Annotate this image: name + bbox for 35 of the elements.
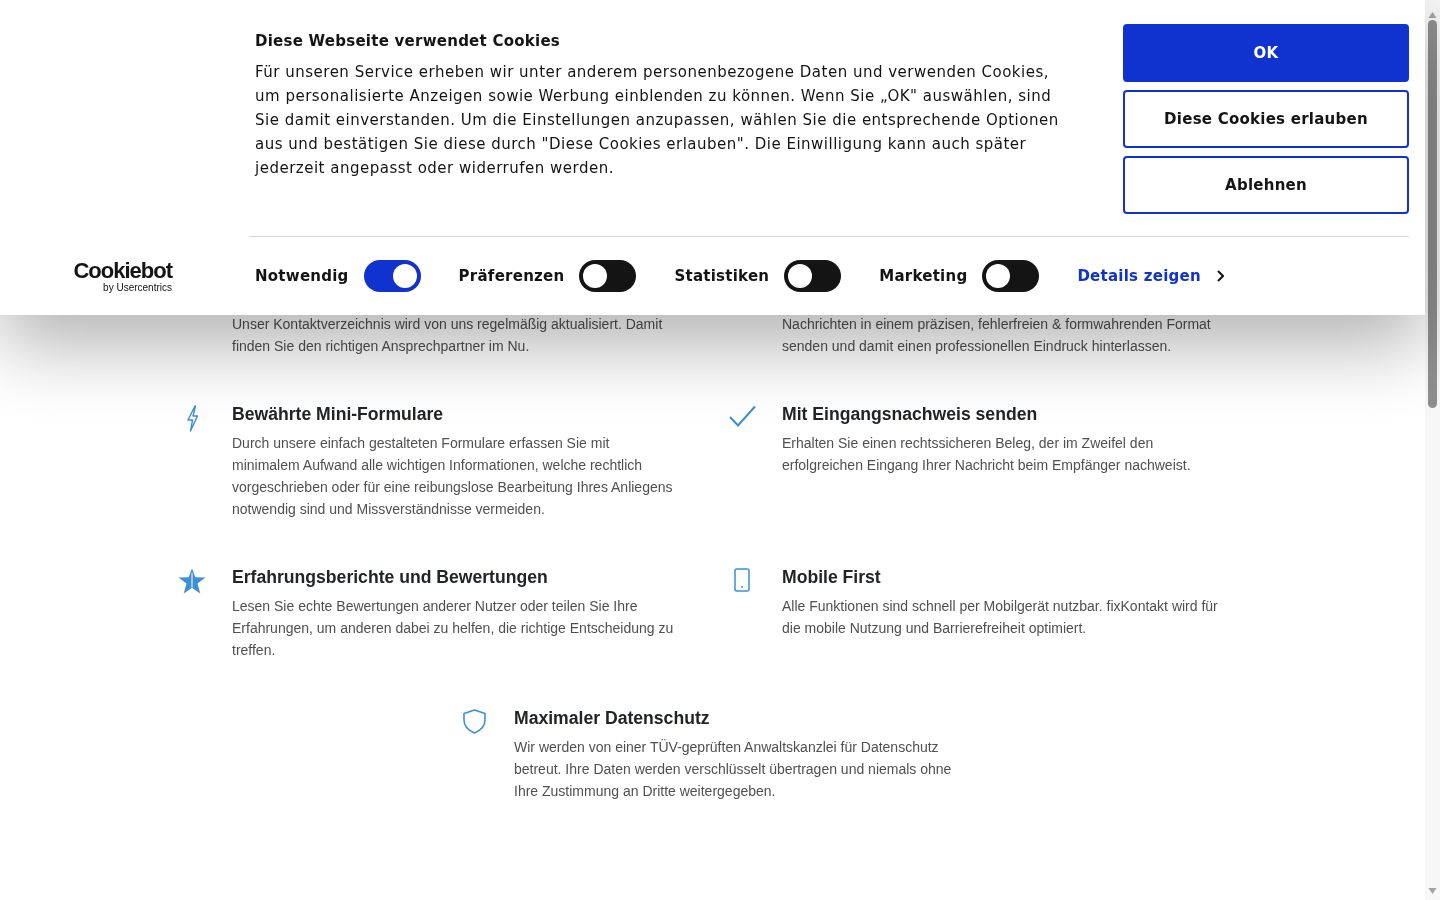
toggle-switch[interactable]: [784, 260, 842, 292]
shield-icon: [462, 709, 486, 734]
banner-title: Diese Webseite verwendet Cookies: [255, 31, 562, 52]
feature-description: Alle Funktionen sind schnell per Mobilgerät nutzbar. fixKontakt wird für die mobile Nutzung und Barrierefreiheit optimiert.: [782, 597, 1219, 638]
feature-title: Erfahrungsberichte und Bewertungen: [232, 566, 549, 589]
toggle-switch[interactable]: [579, 260, 637, 292]
banner-text: Für unseren Service erheben wir unter anderem personenbezogene Daten und verwenden Cookies, um personalisierte Anzeigen sowie Werbung einblenden zu können. Wenn Sie „OK" auswählen, sind Sie damit einverstanden. Um die Einstellungen anzupassen, wählen Sie die entsprechende Optionen aus und bestätigen Sie diese durch "Diese Cookies erlauben". Die Einwilligung kann auch später jederzeit angepasst oder widerrufen werden.: [255, 62, 1060, 179]
feature-description: Nachrichten in einem präzisen, fehlerfreien & formwahrenden Format senden und damit einen professionellen Eindruck hinterlassen.: [782, 315, 1212, 356]
toggle-label: Marketing: [879, 267, 968, 285]
feature-description: Unser Kontaktverzeichnis wird von uns regelmäßig aktualisiert. Damit finden Sie den richtigen Ansprechpartner im Nu.: [232, 315, 664, 356]
toggle-label: Notwendig: [255, 267, 349, 285]
logo-byline: by Usercentrics: [103, 281, 172, 293]
feature-title: Bewährte Mini-Formulare: [232, 403, 445, 426]
mobile-phone-icon: [734, 568, 750, 592]
star-icon: [178, 568, 206, 594]
ok-button[interactable]: OK: [1123, 24, 1409, 82]
consent-button[interactable]: Ablehnen: [1123, 156, 1409, 214]
check-icon: [728, 405, 756, 427]
feature-title: Mit Eingangsnachweis senden: [782, 403, 1039, 426]
scrollbar[interactable]: [1425, 0, 1440, 900]
feature-title: Mobile First: [782, 566, 882, 589]
feature-title: Maximaler Datenschutz: [514, 707, 711, 730]
toggle-switch[interactable]: [982, 260, 1040, 292]
toggle-label: Statistiken: [674, 267, 770, 285]
chevron-icon: [1216, 270, 1224, 282]
feature-description: Wir werden von einer TÜV-geprüften Anwaltskanzlei für Datenschutz betreut. Ihre Daten werden verschlüsselt übertragen und niemals ohne Ihre Zustimmung an Dritte weitergegeben.: [514, 738, 953, 801]
logo-wordmark: Cookiebot: [73, 259, 172, 282]
feature-description: Lesen Sie echte Bewertungen anderer Nutzer oder teilen Sie Ihre Erfahrungen, um anderen dabei zu helfen, die richtige Entscheidung zu treffen.: [232, 597, 675, 660]
lightning-bolt-icon: [185, 405, 199, 432]
toggle-switch[interactable]: [363, 260, 421, 292]
toggle-label: Präferenzen: [458, 267, 565, 285]
details-link[interactable]: Details zeigen: [1077, 267, 1224, 285]
consent-button[interactable]: Diese Cookies erlauben: [1123, 90, 1409, 148]
feature-description: Erhalten Sie einen rechtssicheren Beleg, der im Zweifel den erfolgreichen Eingang Ihrer Nachricht beim Empfänger nachweist.: [782, 434, 1192, 475]
feature-description: Durch unsere einfach gestalteten Formulare erfassen Sie mit minimalem Aufwand alle wichtigen Informationen, welche rechtlich vorgeschrieben oder für eine reibungslose Bearbeitung Ihres Anliegens notwendig sind und Missverständnisse vermeiden.: [232, 434, 674, 519]
